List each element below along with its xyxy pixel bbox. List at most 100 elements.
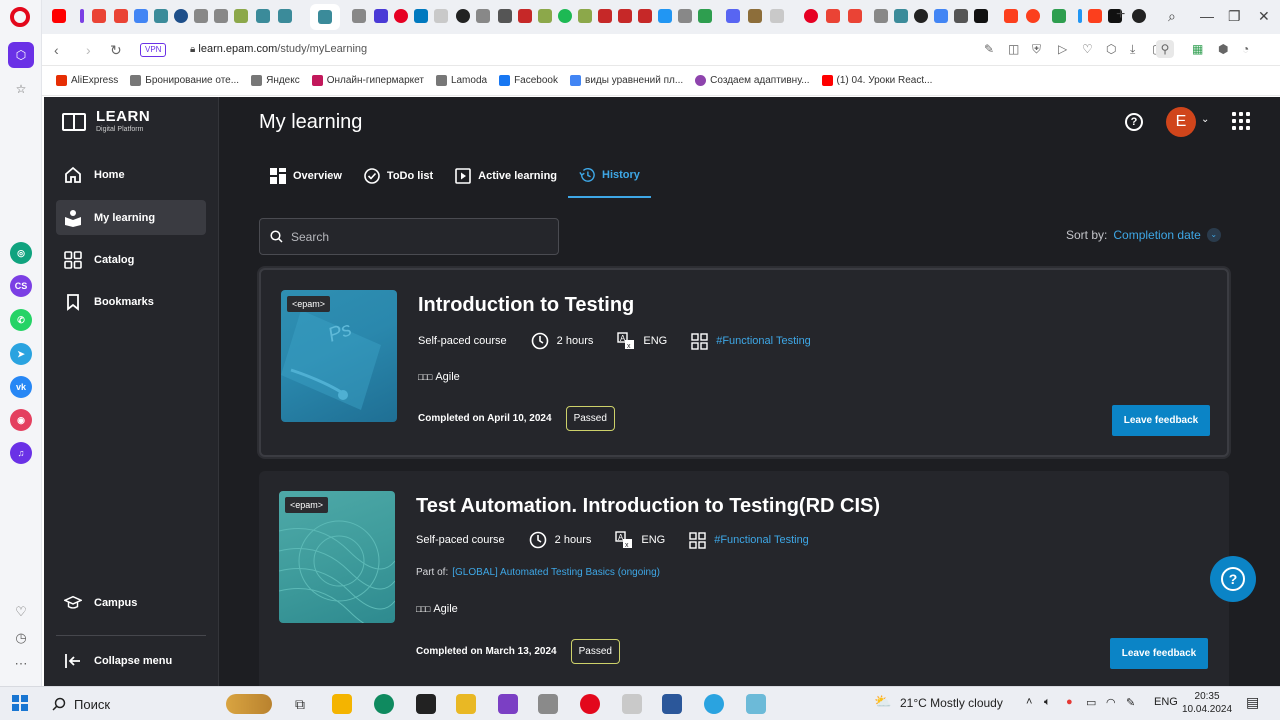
volume-icon[interactable]: 🔈︎: [1044, 696, 1051, 709]
back-icon[interactable]: ‹: [54, 42, 59, 58]
battery-icon[interactable]: ▭: [1086, 696, 1096, 709]
tab-page-icon[interactable]: [374, 9, 388, 23]
whatsapp-icon[interactable]: ✆: [10, 309, 32, 331]
telegram-icon[interactable]: [704, 694, 724, 714]
tab-pinterest-icon[interactable]: [804, 9, 818, 23]
favorite-icon[interactable]: ♡: [1082, 42, 1093, 56]
tab-trello-icon[interactable]: [414, 9, 428, 23]
tab-pinterest-icon[interactable]: [394, 9, 408, 23]
tab-yandex-icon[interactable]: [1004, 9, 1018, 23]
tab-gmail-icon[interactable]: [114, 9, 128, 23]
sort-control[interactable]: Sort by: Completion date ⌄: [1066, 228, 1221, 242]
new-tab-icon[interactable]: +: [1116, 6, 1125, 24]
history-icon[interactable]: ◷: [12, 629, 30, 647]
tab-active-learning[interactable]: Active learning: [444, 153, 568, 198]
avatar[interactable]: E: [1166, 107, 1196, 137]
url-field[interactable]: 🔒︎ learn.epam.com/study/myLearning: [190, 43, 367, 55]
bookmark-item[interactable]: Онлайн-гипермаркет: [311, 75, 424, 86]
sidebar-item-catalog[interactable]: Catalog: [56, 242, 206, 277]
tab-todo[interactable]: ToDo list: [353, 153, 444, 198]
tab-github-icon[interactable]: [1132, 9, 1146, 23]
forward-icon[interactable]: ›: [86, 42, 91, 58]
tab-page-icon[interactable]: [538, 9, 552, 23]
opera-logo-icon[interactable]: [10, 7, 30, 27]
bookmark-item[interactable]: виды уравнений пл...: [570, 75, 683, 86]
play-icon[interactable]: ▷: [1058, 42, 1067, 56]
extension-icon[interactable]: ▦: [1192, 42, 1203, 56]
app-icon[interactable]: [456, 694, 476, 714]
shield-icon[interactable]: ⛨: [1032, 42, 1041, 57]
visual-studio-icon[interactable]: [498, 694, 518, 714]
cs-icon[interactable]: CS: [10, 275, 32, 297]
tab-dl-icon[interactable]: [598, 9, 612, 23]
sidebar-item-bookmarks[interactable]: Bookmarks: [56, 284, 206, 319]
edge-icon[interactable]: [374, 694, 394, 714]
tab-group-icon[interactable]: [80, 9, 84, 23]
apps-grid-icon[interactable]: [1232, 112, 1250, 130]
tab-overview[interactable]: Overview: [259, 153, 353, 198]
course-tag[interactable]: #Functional Testing: [716, 335, 811, 347]
tab-page-icon[interactable]: [726, 9, 740, 23]
tab-gmail-icon[interactable]: [92, 9, 106, 23]
tab-page-icon[interactable]: [954, 9, 968, 23]
tab-page-icon[interactable]: [894, 9, 908, 23]
windows-start-icon[interactable]: [12, 695, 28, 711]
camera-icon[interactable]: ◫: [1008, 42, 1019, 56]
wifi-icon[interactable]: ◠: [1106, 696, 1116, 709]
course-thumbnail[interactable]: <epam>: [279, 491, 395, 623]
opera-pin-icon[interactable]: ☆: [8, 76, 34, 102]
help-icon[interactable]: ?: [1125, 113, 1143, 131]
database-icon[interactable]: [538, 694, 558, 714]
language-indicator[interactable]: ENG: [1154, 696, 1178, 708]
bookmark-item[interactable]: AliExpress: [56, 75, 118, 86]
tab-group-icon[interactable]: [1078, 9, 1082, 23]
tab-gmail-icon[interactable]: [826, 9, 840, 23]
chevron-down-icon[interactable]: ⌄: [1206, 228, 1221, 242]
sort-value[interactable]: Completion date: [1113, 228, 1200, 242]
tab-spotify-icon[interactable]: [558, 9, 572, 23]
more-icon[interactable]: ⋯: [12, 655, 30, 673]
chevron-down-icon[interactable]: ⌄: [1201, 114, 1209, 125]
part-of-link[interactable]: [GLOBAL] Automated Testing Basics (ongoi…: [452, 567, 660, 578]
tab-doc-icon[interactable]: [476, 9, 490, 23]
heart-icon[interactable]: ♡: [12, 603, 30, 621]
tab-page-icon[interactable]: [256, 9, 270, 23]
tab-dl-icon[interactable]: [638, 9, 652, 23]
tab-page-icon[interactable]: [174, 9, 188, 23]
bookmark-item[interactable]: Бронирование оте...: [130, 75, 239, 86]
profile-icon[interactable]: ⚲: [1156, 40, 1174, 58]
collapse-menu-button[interactable]: Collapse menu: [56, 643, 206, 678]
course-thumbnail[interactable]: Ps <epam>: [281, 290, 397, 422]
owls-widget-icon[interactable]: [226, 694, 272, 714]
course-card[interactable]: <epam> Test Automation. Introduction to …: [259, 471, 1229, 686]
clock[interactable]: 20:35 10.04.2024: [1182, 690, 1232, 716]
weather-text[interactable]: 21°C Mostly cloudy: [900, 696, 1003, 710]
tray-app-icon[interactable]: ●: [1066, 696, 1073, 708]
tab-history[interactable]: History: [568, 153, 651, 198]
leave-feedback-button[interactable]: Leave feedback: [1110, 638, 1208, 669]
tab-doc-icon[interactable]: [214, 9, 228, 23]
opera-home-icon[interactable]: ⬡: [8, 42, 34, 68]
tab-notion-icon[interactable]: [974, 9, 988, 23]
tab-gmail-icon[interactable]: [848, 9, 862, 23]
tab-dl-icon[interactable]: [518, 9, 532, 23]
tab-github-icon[interactable]: [456, 9, 470, 23]
tab-drive-icon[interactable]: [934, 9, 948, 23]
vk-icon[interactable]: vk: [10, 376, 32, 398]
chatgpt-icon[interactable]: ◎: [10, 242, 32, 264]
download-icon[interactable]: ⤓: [1130, 42, 1135, 57]
tab-doc-icon[interactable]: [194, 9, 208, 23]
tab-dl-icon[interactable]: [618, 9, 632, 23]
sidebar-item-campus[interactable]: Campus: [56, 585, 206, 620]
pen-icon[interactable]: ✎: [1126, 696, 1135, 709]
reload-icon[interactable]: ↻: [110, 42, 122, 59]
search-tabs-icon[interactable]: ⌕: [1168, 8, 1176, 25]
notifications-icon[interactable]: ▤: [1246, 694, 1259, 711]
leave-feedback-button[interactable]: Leave feedback: [1112, 405, 1210, 436]
course-title[interactable]: Introduction to Testing: [418, 294, 634, 317]
task-view-icon[interactable]: ⧉: [290, 694, 310, 714]
sidebar-item-my-learning[interactable]: My learning: [56, 200, 206, 235]
tab-doc-icon[interactable]: [874, 9, 888, 23]
tray-chevron-icon[interactable]: ˄: [1026, 696, 1032, 708]
tab-page-icon[interactable]: [434, 9, 448, 23]
